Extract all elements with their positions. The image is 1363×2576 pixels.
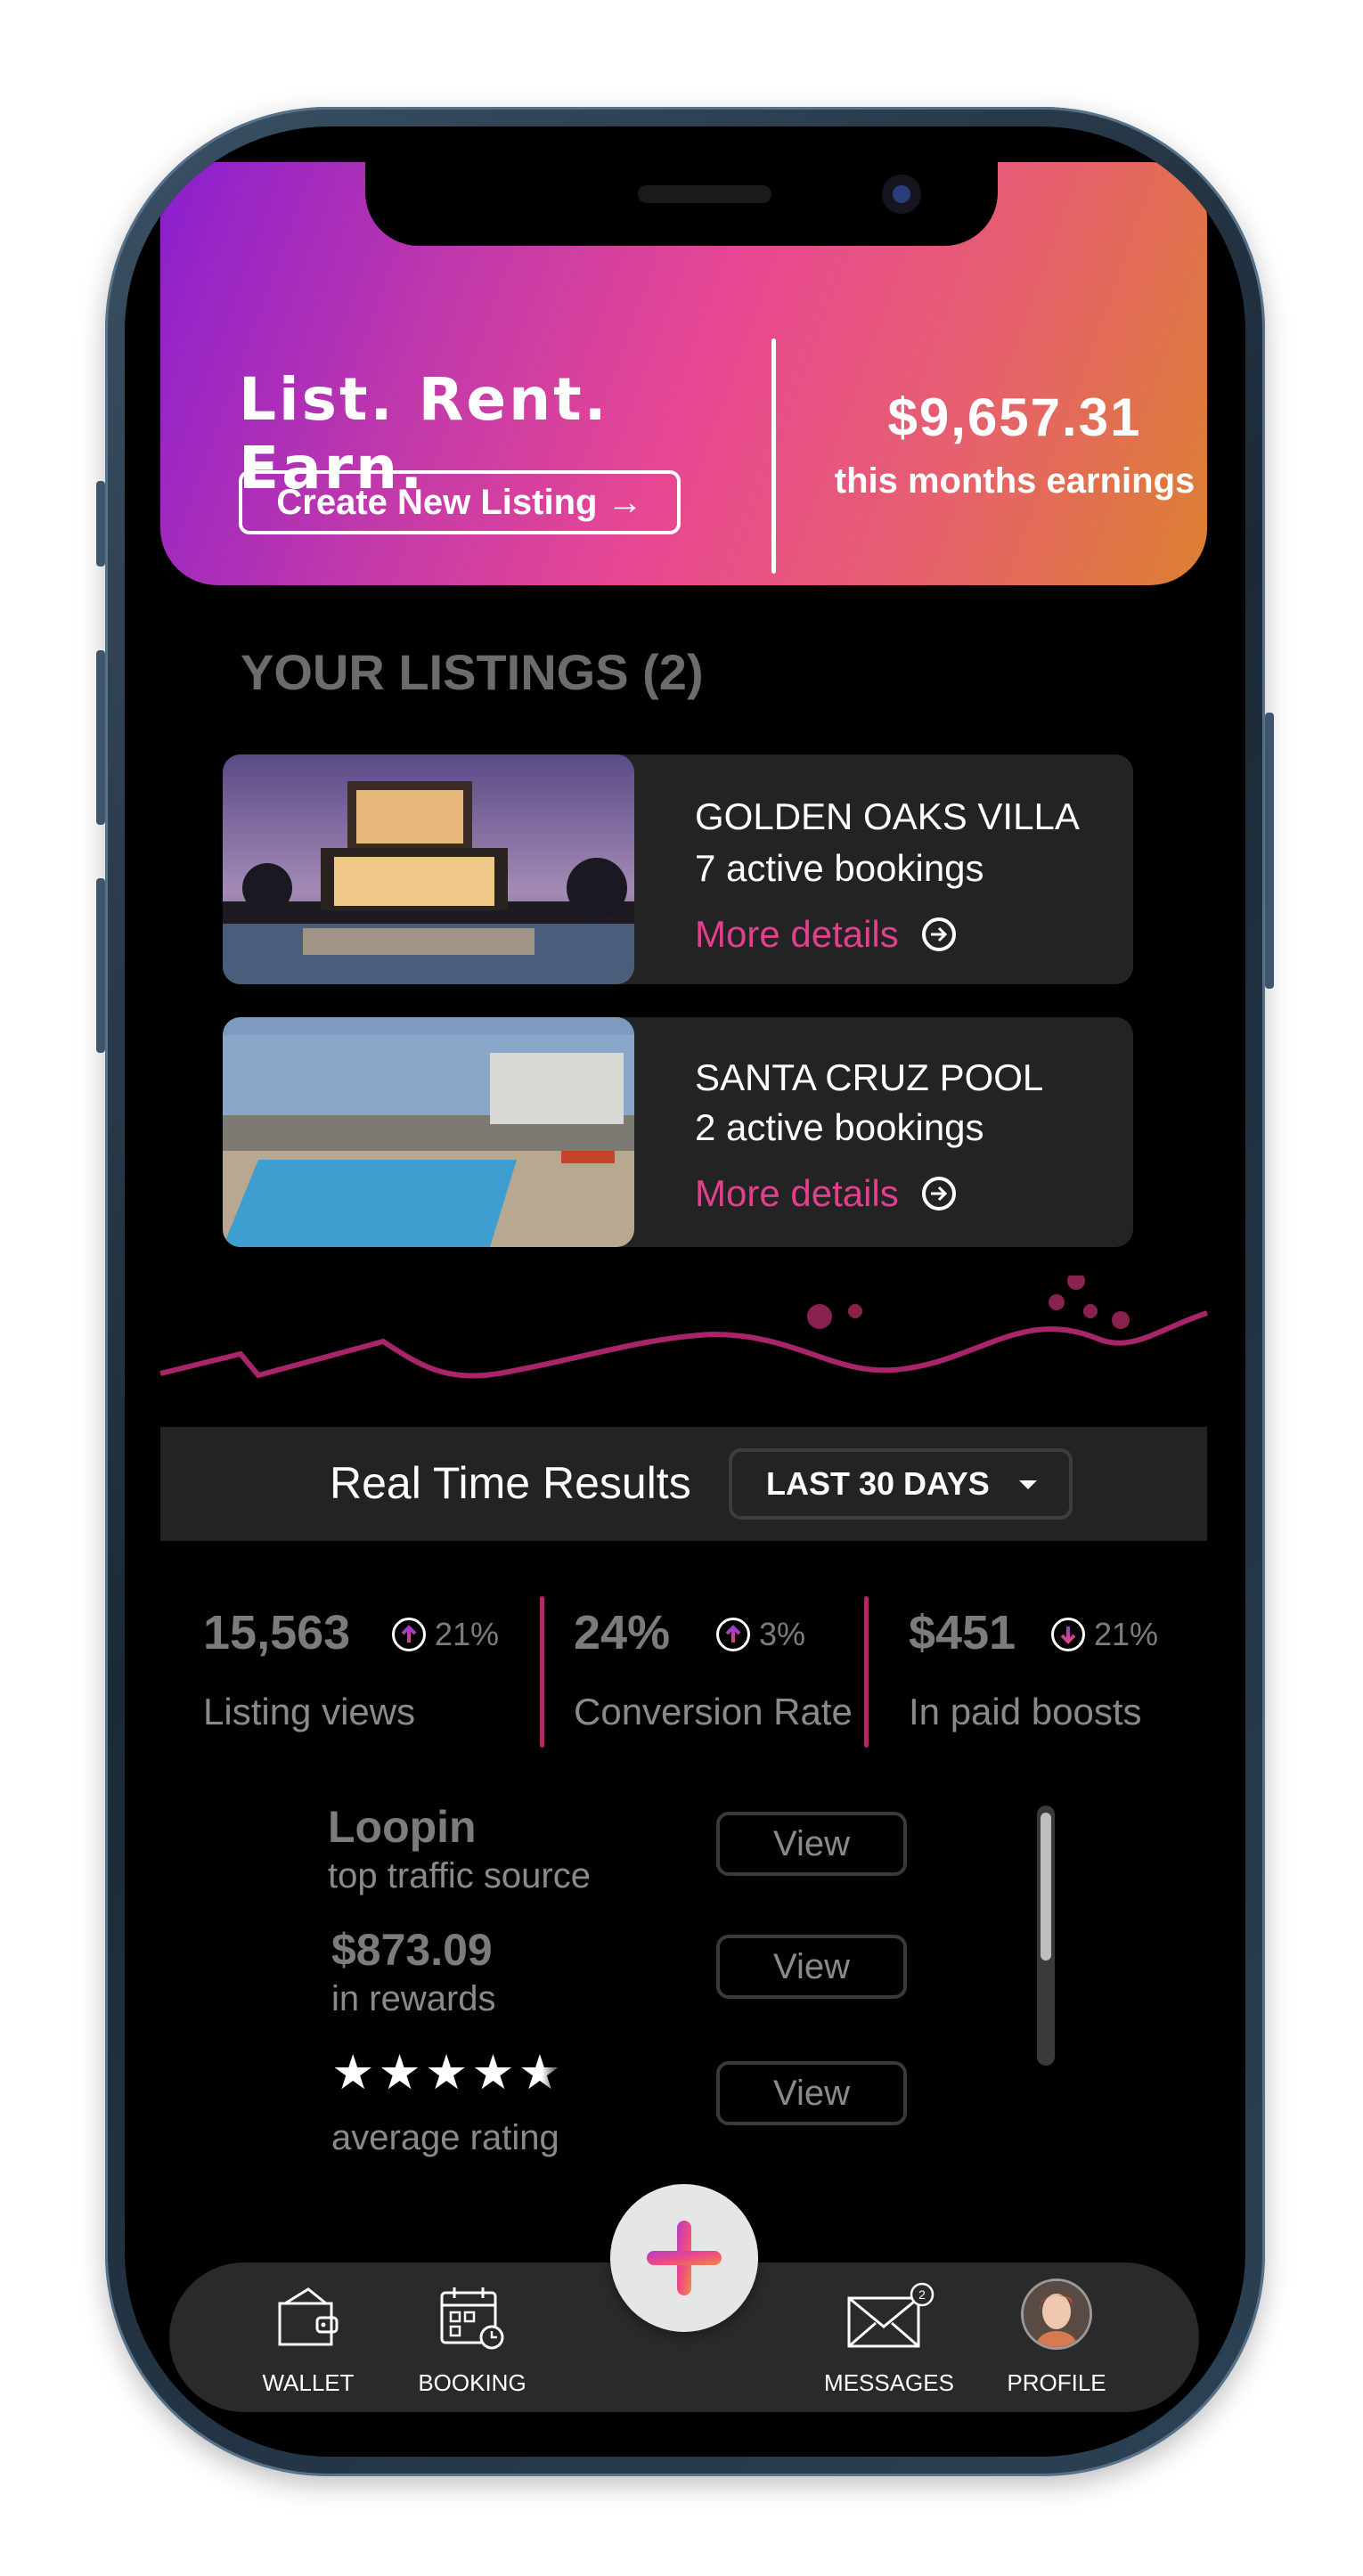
more-details-label: More details xyxy=(695,913,899,955)
stat-change-value: 21% xyxy=(435,1616,500,1652)
stat-divider xyxy=(540,1596,544,1748)
add-button[interactable] xyxy=(610,2184,758,2332)
earnings-amount: $9,657.31 xyxy=(887,387,1142,447)
notch xyxy=(365,126,998,246)
nav-messages[interactable]: 2 MESSAGES xyxy=(818,2262,960,2412)
star-icon: ★ xyxy=(378,2044,421,2100)
wallet-icon xyxy=(273,2282,344,2358)
stat-change-value: 3% xyxy=(759,1616,806,1652)
stat-change: 21% xyxy=(392,1616,499,1653)
decorative-wave xyxy=(159,1276,1208,1379)
create-listing-button[interactable]: Create New Listing → xyxy=(239,470,681,534)
calendar-icon xyxy=(437,2282,508,2358)
rating-label: average rating xyxy=(331,2118,559,2157)
stat-change: 21% xyxy=(1051,1616,1158,1653)
stat-paid-boosts: $451 21% In paid boosts xyxy=(909,1605,1203,1757)
volume-up-button xyxy=(96,650,105,825)
trend-up-icon xyxy=(716,1618,750,1651)
mail-icon: 2 xyxy=(840,2282,938,2358)
volume-down-button xyxy=(96,878,105,1053)
speaker-grille xyxy=(638,185,771,203)
star-icon: ★ xyxy=(471,2044,515,2100)
listing-name: SANTA CRUZ POOL xyxy=(695,1056,1044,1098)
screen: List. Rent. Earn. Create New Listing → $… xyxy=(125,126,1245,2457)
date-range-value: LAST 30 DAYS xyxy=(766,1465,990,1502)
plus-icon xyxy=(647,2221,722,2295)
stat-label: Conversion Rate xyxy=(574,1691,853,1732)
details-scrollbar[interactable] xyxy=(1037,1806,1055,2066)
star-icon: ★ xyxy=(424,2044,469,2100)
stat-value: 15,563 xyxy=(203,1606,351,1659)
earnings-label: this months earnings xyxy=(834,461,1196,501)
power-button xyxy=(1265,713,1274,989)
traffic-source-label: top traffic source xyxy=(328,1856,591,1895)
stat-listing-views: 15,563 21% Listing views xyxy=(203,1605,524,1757)
messages-badge: 2 xyxy=(918,2287,926,2302)
nav-profile[interactable]: PROFILE xyxy=(994,2262,1119,2412)
rating-stars: ★ ★ ★ ★ ★ xyxy=(331,2049,565,2097)
listings-title: YOUR LISTINGS (2) xyxy=(241,644,704,700)
nav-booking-label: BOOKING xyxy=(418,2369,526,2396)
listing-card[interactable]: SANTA CRUZ POOL 2 active bookings More d… xyxy=(223,1017,1133,1247)
profile-avatar-icon xyxy=(1021,2278,1092,2350)
view-traffic-button[interactable]: View xyxy=(716,1812,907,1876)
arrow-right-circle-icon xyxy=(921,917,956,951)
arrow-right-circle-icon xyxy=(921,1177,956,1211)
rewards-label: in rewards xyxy=(331,1979,496,2018)
more-details-label: More details xyxy=(695,1172,899,1214)
stat-change-value: 21% xyxy=(1094,1616,1159,1652)
scrollbar-thumb[interactable] xyxy=(1041,1813,1051,1961)
results-title: Real Time Results xyxy=(330,1458,691,1508)
front-camera xyxy=(882,175,921,214)
stat-label: In paid boosts xyxy=(909,1691,1142,1732)
nav-wallet[interactable]: WALLET xyxy=(255,2262,362,2412)
nav-booking[interactable]: BOOKING xyxy=(410,2262,535,2412)
results-bar: Real Time Results LAST 30 DAYS xyxy=(160,1427,1207,1541)
listing-bookings: 2 active bookings xyxy=(695,1106,984,1148)
caret-down-icon xyxy=(1019,1480,1037,1489)
stat-divider xyxy=(864,1596,869,1748)
trend-down-icon xyxy=(1051,1618,1085,1651)
pool-photo xyxy=(223,1017,634,1247)
stat-conversion-rate: 24% 3% Conversion Rate xyxy=(574,1605,877,1757)
stat-value: 24% xyxy=(574,1606,671,1659)
listing-bookings: 7 active bookings xyxy=(695,847,984,889)
banner-divider xyxy=(771,338,776,574)
stat-label: Listing views xyxy=(203,1691,416,1732)
listing-card[interactable]: GOLDEN OAKS VILLA 7 active bookings More… xyxy=(223,754,1133,984)
stat-value: $451 xyxy=(909,1606,1016,1659)
nav-messages-label: MESSAGES xyxy=(824,2369,954,2396)
view-rewards-button[interactable]: View xyxy=(716,1935,907,1999)
more-details-link[interactable]: More details xyxy=(695,1172,956,1215)
nav-wallet-label: WALLET xyxy=(262,2369,355,2396)
mute-switch xyxy=(96,481,105,567)
view-rating-button[interactable]: View xyxy=(716,2061,907,2125)
nav-profile-label: PROFILE xyxy=(1007,2369,1106,2396)
listing-name: GOLDEN OAKS VILLA xyxy=(695,795,1080,837)
villa-photo xyxy=(223,754,634,984)
avatar xyxy=(1021,2278,1092,2350)
trend-up-icon xyxy=(392,1618,426,1651)
more-details-link[interactable]: More details xyxy=(695,913,956,956)
rewards-value: $873.09 xyxy=(331,1925,493,1975)
date-range-dropdown[interactable]: LAST 30 DAYS xyxy=(729,1448,1073,1520)
stat-change: 3% xyxy=(716,1616,805,1653)
star-icon: ★ xyxy=(331,2044,375,2100)
traffic-source-name: Loopin xyxy=(328,1802,477,1852)
half-star-icon: ★ xyxy=(518,2044,562,2100)
